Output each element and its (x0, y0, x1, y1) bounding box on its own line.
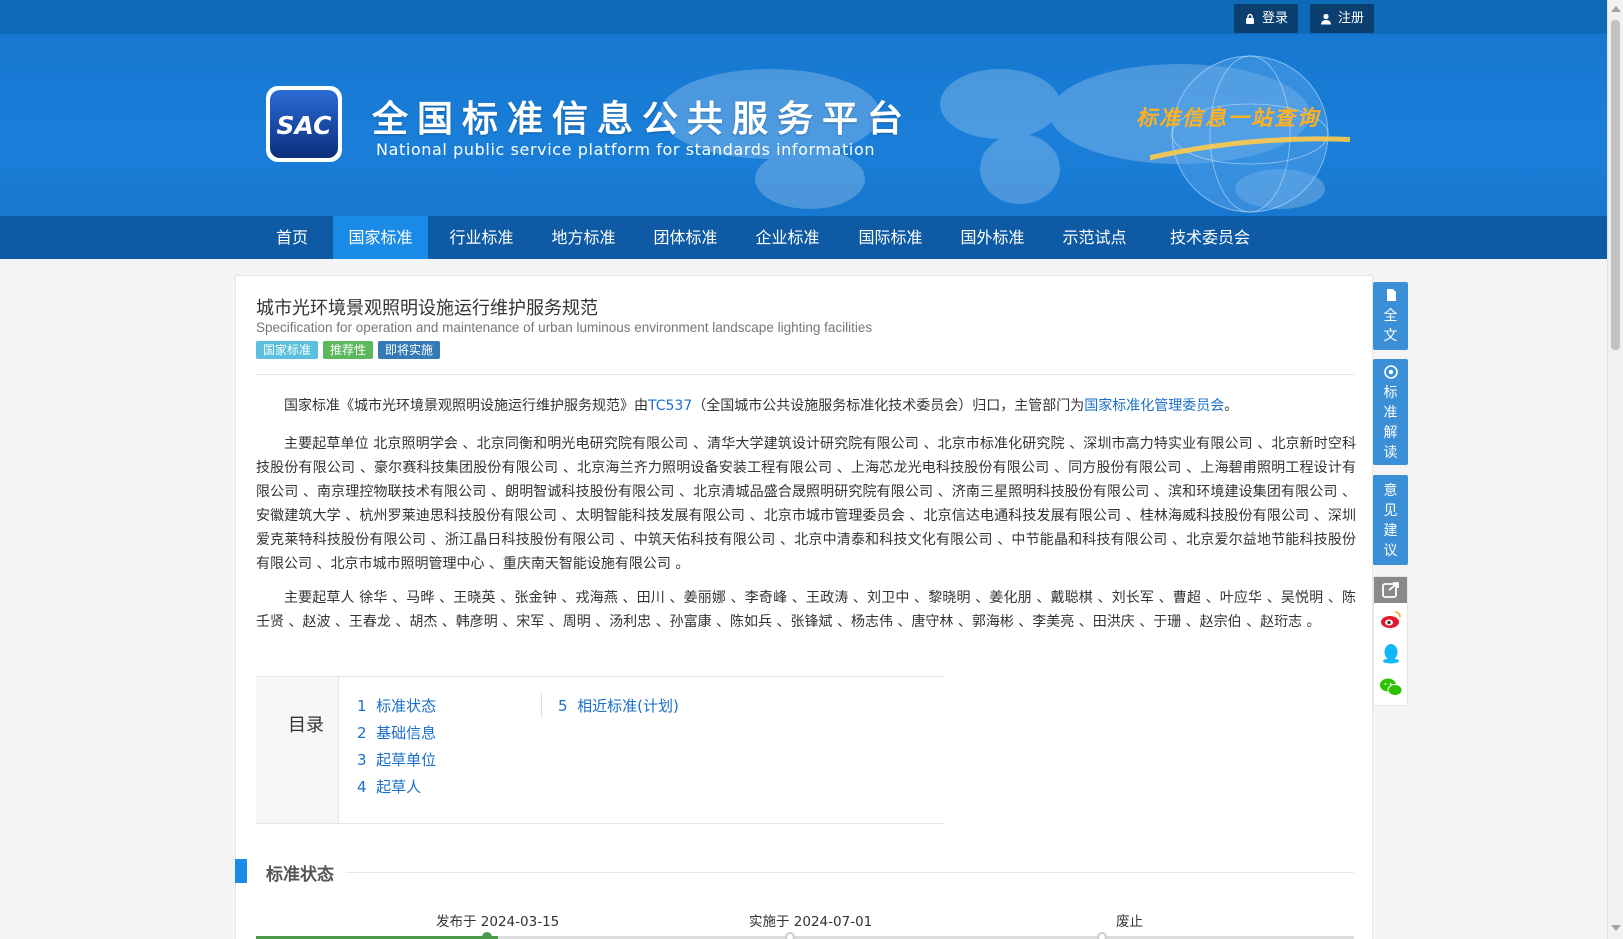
tag-national: 国家标准 (256, 341, 319, 359)
drafting-units-paragraph: 主要起草单位 北京照明学会 、北京同衡和明光电研究院有限公司 、清华大学建筑设计… (256, 436, 1356, 572)
toc-label-box: 目录 (256, 677, 339, 823)
tag-recommended: 推荐性 (323, 341, 374, 359)
timeline-dot-implemented (785, 932, 795, 939)
standard-tags: 国家标准 推荐性 即将实施 (256, 341, 441, 359)
toc-item-similar[interactable]: 5 相近标准(计划) (558, 695, 679, 716)
slogan: 标准信息一站查询 (1136, 105, 1320, 130)
nav-item-pilot[interactable]: 示范试点 (1047, 216, 1142, 259)
standard-title-cn: 城市光环境景观照明设施运行维护服务规范 (256, 298, 598, 319)
document-icon (1386, 289, 1396, 301)
toc-item-basic-info[interactable]: 2 基础信息 (357, 722, 436, 743)
weibo-icon[interactable] (1379, 608, 1403, 632)
circle-arrow-icon (1383, 365, 1398, 379)
standard-detail-panel: 城市光环境景观照明设施运行维护服务规范 Specification for op… (235, 275, 1373, 939)
timeline-dot-abolished (1097, 932, 1107, 939)
section-marker (235, 859, 247, 883)
sac-logo: SAC (266, 86, 342, 162)
main-nav: 首页 国家标准 行业标准 地方标准 团体标准 企业标准 国际标准 国外标准 示范… (0, 216, 1607, 259)
register-label: 注册 (1338, 11, 1365, 26)
drafters-paragraph: 主要起草人 徐华 、马晔 、王晓英 、张金钟 、戎海燕 、田川 、姜丽娜 、李奇… (256, 590, 1356, 630)
timeline-dot-published (482, 932, 492, 939)
login-label: 登录 (1262, 11, 1289, 26)
site-banner: SAC 全国标准信息公共服务平台 National public service… (0, 34, 1607, 216)
svg-text:SAC: SAC (277, 111, 333, 140)
nav-item-local[interactable]: 地方标准 (536, 216, 631, 259)
site-title-cn: 全国标准信息公共服务平台 (372, 99, 913, 140)
toc-label: 目录 (288, 715, 324, 736)
user-icon (1321, 13, 1331, 24)
implemented-date: 实施于 2024-07-01 (749, 914, 873, 930)
share-panel (1373, 576, 1408, 706)
interpretation-button[interactable]: 标 准 解 读 (1373, 359, 1408, 465)
nav-item-industry[interactable]: 行业标准 (434, 216, 529, 259)
toc-item-drafters[interactable]: 4 起草人 (357, 776, 421, 797)
wechat-icon[interactable] (1379, 675, 1403, 699)
title-divider (256, 374, 1354, 375)
fulltext-button[interactable]: 全 文 (1373, 282, 1408, 350)
nav-item-national[interactable]: 国家标准 (333, 216, 428, 259)
scroll-up-arrow[interactable] (1611, 6, 1621, 12)
toc-separator (541, 693, 542, 717)
toc-item-status[interactable]: 1 标准状态 (357, 695, 436, 716)
share-header (1374, 577, 1407, 603)
nav-item-group[interactable]: 团体标准 (638, 216, 733, 259)
nav-item-foreign[interactable]: 国外标准 (945, 216, 1040, 259)
intro-paragraph: 国家标准《城市光环境景观照明设施运行维护服务规范》由TC537（全国城市公共设施… (284, 398, 1239, 414)
table-of-contents: 目录 1 标准状态 2 基础信息 3 起草单位 4 起草人 5 相近标准(计划) (256, 676, 944, 824)
abolished-label: 废止 (1116, 914, 1143, 930)
login-button[interactable]: 登录 (1234, 4, 1299, 33)
lock-icon (1246, 13, 1254, 24)
dept-link[interactable]: 国家标准化管理委员会 (1084, 398, 1224, 414)
tag-upcoming: 即将实施 (378, 341, 441, 359)
section-divider (346, 872, 1354, 873)
scroll-down-arrow[interactable] (1611, 925, 1621, 931)
register-button[interactable]: 注册 (1310, 4, 1375, 33)
section-title-status: 标准状态 (266, 865, 334, 885)
scroll-thumb[interactable] (1611, 20, 1620, 350)
feedback-button[interactable]: 意 见 建 议 (1373, 475, 1408, 565)
nav-item-tc[interactable]: 技术委员会 (1160, 216, 1260, 259)
toc-item-drafting-units[interactable]: 3 起草单位 (357, 749, 436, 770)
page-scrollbar[interactable] (1607, 0, 1623, 939)
nav-item-home[interactable]: 首页 (256, 216, 328, 259)
tc-link[interactable]: TC537 (648, 398, 692, 414)
published-date: 发布于 2024-03-15 (436, 914, 560, 930)
share-icon (1382, 582, 1399, 598)
standard-title-en: Specification for operation and maintena… (256, 320, 873, 335)
nav-item-international[interactable]: 国际标准 (843, 216, 938, 259)
top-bar: 登录 注册 (0, 0, 1607, 34)
qq-icon[interactable] (1379, 641, 1403, 665)
site-title-en: National public service platform for sta… (376, 140, 876, 159)
nav-item-enterprise[interactable]: 企业标准 (740, 216, 835, 259)
